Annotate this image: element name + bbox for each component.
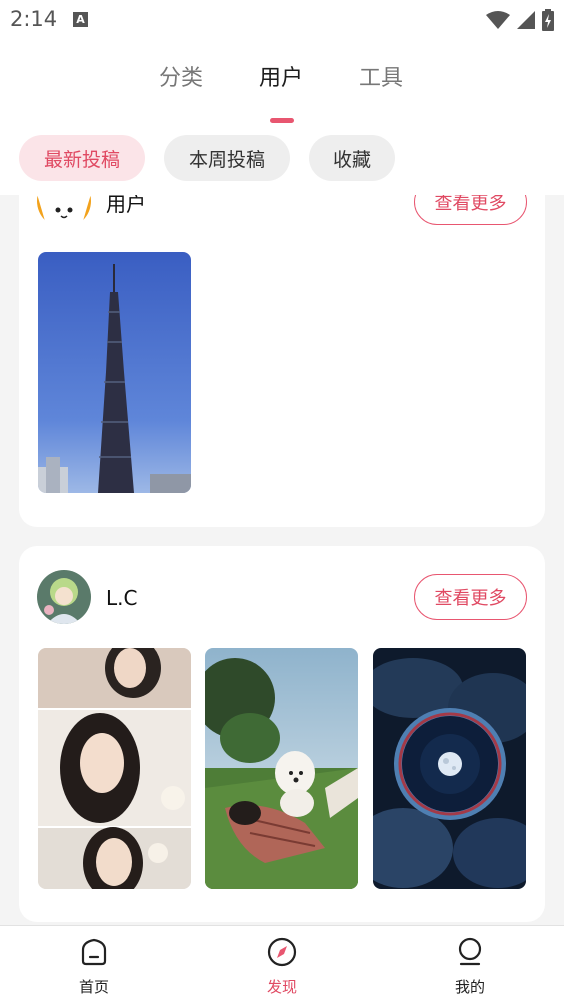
compass-icon: [267, 937, 297, 967]
nav-discover[interactable]: 发现: [222, 926, 342, 1004]
home-icon: [81, 938, 107, 966]
portrait-collage-photo[interactable]: [38, 648, 191, 889]
cartoon-avatar-icon: [37, 195, 91, 228]
top-header: 分类 用户 工具 最新投稿 本周投稿 收藏: [0, 40, 564, 195]
tv-tower-photo[interactable]: [38, 252, 191, 493]
nav-home-label: 首页: [78, 978, 109, 996]
battery-icon: [542, 9, 554, 31]
nav-home[interactable]: 首页: [34, 926, 154, 1004]
avatar[interactable]: [37, 195, 91, 228]
view-more-button[interactable]: 查看更多: [414, 195, 527, 225]
view-more-button[interactable]: 查看更多: [414, 574, 527, 620]
tab-category[interactable]: 分类: [159, 60, 203, 92]
status-icons: [486, 9, 554, 31]
username[interactable]: L.C: [106, 586, 137, 610]
chip-favorites[interactable]: 收藏: [309, 135, 395, 181]
chip-weekly-submissions[interactable]: 本周投稿: [164, 135, 290, 181]
signal-icon: [517, 11, 535, 29]
nav-mine-label: 我的: [454, 978, 485, 996]
user-feed[interactable]: 用户 查看更多 L.C 查看更多: [0, 195, 564, 925]
tab-users[interactable]: 用户: [259, 60, 303, 92]
avatar[interactable]: [37, 570, 91, 624]
nav-mine[interactable]: 我的: [410, 926, 530, 1004]
anime-avatar-icon: [37, 570, 91, 624]
notification-a-icon: A: [73, 12, 88, 27]
app-screen: 2:14 A 分类 用户 工具 最新投稿 本周投稿 收藏 用户 查看更多 L.C…: [0, 0, 564, 1004]
username[interactable]: 用户: [106, 195, 146, 217]
nav-discover-label: 发现: [266, 978, 297, 996]
bottom-navigation: 首页 发现 我的: [0, 925, 564, 1004]
status-time: 2:14: [10, 7, 58, 31]
moon-in-clouds-photo[interactable]: [373, 648, 526, 889]
status-bar: 2:14 A: [0, 0, 564, 40]
user-card: L.C 查看更多: [19, 546, 545, 922]
dog-on-lawn-photo[interactable]: [205, 648, 358, 889]
user-card: 用户 查看更多: [19, 195, 545, 527]
wifi-icon: [486, 11, 510, 29]
chip-latest-submissions[interactable]: 最新投稿: [19, 135, 145, 181]
active-tab-indicator: [270, 118, 294, 123]
top-tabs: 分类 用户 工具: [0, 60, 564, 123]
profile-icon: [458, 937, 482, 966]
tab-tools[interactable]: 工具: [359, 60, 403, 92]
